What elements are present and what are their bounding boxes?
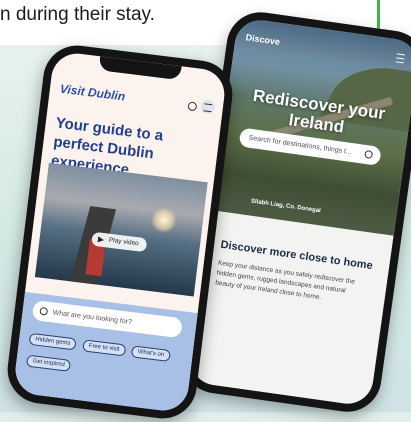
chip-free-to-visit[interactable]: Free to visit xyxy=(81,339,127,357)
menu-icon[interactable] xyxy=(200,98,216,115)
search-icon[interactable] xyxy=(364,149,374,159)
menu-icon[interactable] xyxy=(395,53,405,64)
chip-whats-on[interactable]: What's on xyxy=(131,345,171,362)
video-thumbnail[interactable]: Play video xyxy=(34,162,208,297)
phone-screen: Visit Dublin Your guide to a perfect Dub… xyxy=(12,50,228,414)
intro-text: n during their stay. xyxy=(0,4,155,25)
phone-notch xyxy=(98,56,182,81)
search-placeholder: What are you looking for? xyxy=(52,308,133,326)
chip-get-inspired[interactable]: Get inspired xyxy=(25,354,72,372)
search-icon[interactable] xyxy=(187,101,198,112)
search-icon xyxy=(39,306,49,316)
chip-hidden-gems[interactable]: Hidden gems xyxy=(28,332,78,351)
sun-glow xyxy=(149,205,179,235)
visit-dublin-logo[interactable]: Visit Dublin xyxy=(59,82,126,104)
